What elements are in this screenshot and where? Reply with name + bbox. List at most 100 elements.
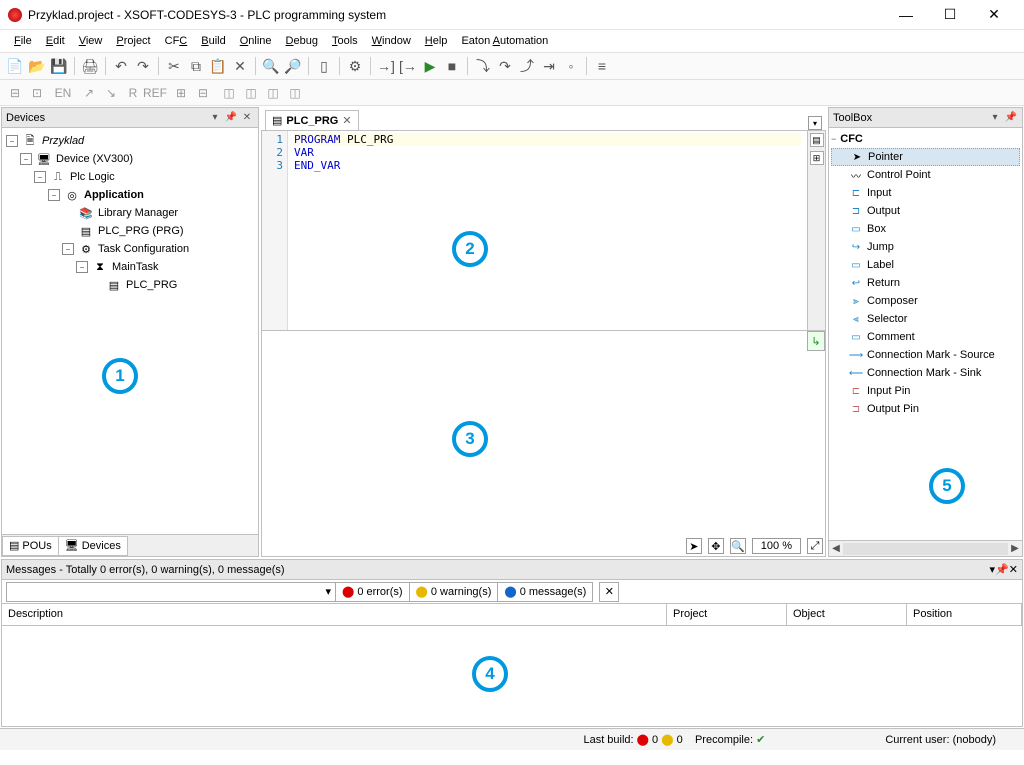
tab-dropdown-icon[interactable]: ▾ bbox=[808, 116, 822, 130]
tree-library[interactable]: Library Manager bbox=[96, 207, 180, 219]
clear-messages-button[interactable]: ✕ bbox=[599, 582, 619, 602]
zoom-icon[interactable]: 🔍 bbox=[730, 538, 746, 554]
filter-errors-button[interactable]: ⬤0 error(s) bbox=[335, 582, 410, 602]
menu-view[interactable]: View bbox=[73, 33, 109, 49]
stepinto-icon[interactable]: ⇥ bbox=[540, 57, 558, 75]
tree-maintask[interactable]: MainTask bbox=[110, 261, 160, 273]
tb2-7-icon[interactable]: REF bbox=[146, 84, 164, 102]
expander-icon[interactable]: − bbox=[62, 243, 74, 255]
panel-menu-icon[interactable]: ▾ bbox=[208, 111, 222, 125]
stop-icon[interactable]: ■ bbox=[443, 57, 461, 75]
step-icon[interactable]: ⤵ bbox=[474, 57, 492, 75]
zoomfit-icon[interactable]: ⤢ bbox=[807, 538, 823, 554]
toolbox-item-jump[interactable]: ↪Jump bbox=[831, 238, 1020, 256]
expander-icon[interactable]: − bbox=[48, 189, 60, 201]
devices-tree[interactable]: −🗎Przyklad −🖥Device (XV300) −⎍Plc Logic … bbox=[2, 128, 258, 534]
break-icon[interactable]: ◦ bbox=[562, 57, 580, 75]
paste-icon[interactable]: 📋 bbox=[209, 57, 227, 75]
stepover-icon[interactable]: ↷ bbox=[496, 57, 514, 75]
menu-debug[interactable]: Debug bbox=[280, 33, 324, 49]
tb2-6-icon[interactable]: R bbox=[124, 84, 142, 102]
login-icon[interactable]: →] bbox=[377, 57, 395, 75]
delete-icon[interactable]: ✕ bbox=[231, 57, 249, 75]
textview-icon[interactable]: ▤ bbox=[810, 133, 824, 147]
print-icon[interactable]: 🖨 bbox=[81, 57, 99, 75]
save-icon[interactable]: 💾 bbox=[50, 57, 68, 75]
toolbox-item-comment[interactable]: ▭Comment bbox=[831, 328, 1020, 346]
menu-window[interactable]: Window bbox=[366, 33, 417, 49]
logout-icon[interactable]: [→ bbox=[399, 57, 417, 75]
bookmark-icon[interactable]: ▯ bbox=[315, 57, 333, 75]
start-icon[interactable]: ▶ bbox=[421, 57, 439, 75]
panel-menu-icon[interactable]: ▾ bbox=[988, 111, 1002, 125]
tree-device[interactable]: Device (XV300) bbox=[54, 153, 135, 165]
tb2-5-icon[interactable]: ↘ bbox=[102, 84, 120, 102]
pointer-icon[interactable]: ➤ bbox=[686, 538, 702, 554]
tb2-3-icon[interactable]: EN bbox=[54, 84, 72, 102]
code-text[interactable]: PROGRAM PLC_PRG VAR END_VAR bbox=[288, 131, 807, 330]
tree-plcprg[interactable]: PLC_PRG (PRG) bbox=[96, 225, 186, 237]
toolbox-item-controlpoint[interactable]: 〰Control Point bbox=[831, 166, 1020, 184]
expander-icon[interactable]: − bbox=[76, 261, 88, 273]
menu-tools[interactable]: Tools bbox=[326, 33, 364, 49]
design-toggle-icon[interactable]: ↳ bbox=[807, 331, 825, 351]
expander-icon[interactable]: − bbox=[20, 153, 32, 165]
redo-icon[interactable]: ↷ bbox=[134, 57, 152, 75]
toolbox-item-output[interactable]: ⊐Output bbox=[831, 202, 1020, 220]
tb2-1-icon[interactable]: ⊟ bbox=[6, 84, 24, 102]
implementation-editor[interactable]: ↳ 3 ➤ ✥ 🔍 100 % ⤢ bbox=[261, 331, 826, 557]
cut-icon[interactable]: ✂ bbox=[165, 57, 183, 75]
messages-category-combo[interactable]: ▾ bbox=[6, 582, 336, 602]
tableview-icon[interactable]: ⊞ bbox=[810, 151, 824, 165]
col-position[interactable]: Position bbox=[907, 604, 1022, 625]
minimize-button[interactable]: — bbox=[884, 1, 928, 29]
pan-icon[interactable]: ✥ bbox=[708, 538, 724, 554]
open-icon[interactable]: 📂 bbox=[28, 57, 46, 75]
pin-icon[interactable]: 📌 bbox=[1004, 111, 1018, 125]
menu-file[interactable]: File bbox=[8, 33, 38, 49]
pin-icon[interactable]: 📌 bbox=[995, 563, 1009, 576]
col-project[interactable]: Project bbox=[667, 604, 787, 625]
tb2-12-icon[interactable]: ◫ bbox=[264, 84, 282, 102]
toolbox-scrollbar[interactable]: ◀▶ bbox=[829, 540, 1022, 556]
tb2-13-icon[interactable]: ◫ bbox=[286, 84, 304, 102]
menu-edit[interactable]: Edit bbox=[40, 33, 71, 49]
menu-help[interactable]: Help bbox=[419, 33, 454, 49]
col-object[interactable]: Object bbox=[787, 604, 907, 625]
filter-warnings-button[interactable]: ⬤0 warning(s) bbox=[409, 582, 499, 602]
maximize-button[interactable]: ☐ bbox=[928, 1, 972, 29]
menu-project[interactable]: Project bbox=[110, 33, 156, 49]
tb2-10-icon[interactable]: ◫ bbox=[220, 84, 238, 102]
undo-icon[interactable]: ↶ bbox=[112, 57, 130, 75]
build-icon[interactable]: ⚙ bbox=[346, 57, 364, 75]
new-icon[interactable]: 📄 bbox=[6, 57, 24, 75]
menu-eaton[interactable]: Eaton Automation bbox=[455, 33, 554, 49]
menu-online[interactable]: Online bbox=[234, 33, 278, 49]
toolbox-item-label[interactable]: ▭Label bbox=[831, 256, 1020, 274]
tab-devices[interactable]: 🖥Devices bbox=[58, 536, 128, 556]
tree-application[interactable]: Application bbox=[82, 189, 146, 201]
close-button[interactable]: ✕ bbox=[972, 1, 1016, 29]
panel-close-icon[interactable]: ✕ bbox=[240, 111, 254, 125]
toolbox-item-box[interactable]: ▭Box bbox=[831, 220, 1020, 238]
tb2-4-icon[interactable]: ↗ bbox=[80, 84, 98, 102]
stepout-icon[interactable]: ⤴ bbox=[518, 57, 536, 75]
copy-icon[interactable]: ⧉ bbox=[187, 57, 205, 75]
tab-pous[interactable]: ▤POUs bbox=[2, 536, 59, 556]
tb2-8-icon[interactable]: ⊞ bbox=[172, 84, 190, 102]
messages-body[interactable]: 4 bbox=[2, 626, 1022, 726]
filter-messages-button[interactable]: ⬤0 message(s) bbox=[497, 582, 593, 602]
toolbox-item-selector[interactable]: ⫷Selector bbox=[831, 310, 1020, 328]
declaration-editor[interactable]: 123 PROGRAM PLC_PRG VAR END_VAR ▤ ⊞ 2 bbox=[261, 131, 826, 331]
tb2-9-icon[interactable]: ⊟ bbox=[194, 84, 212, 102]
toolbox-item-return[interactable]: ↩Return bbox=[831, 274, 1020, 292]
toolbox-category-cfc[interactable]: −CFC bbox=[831, 130, 1020, 148]
col-description[interactable]: Description bbox=[2, 604, 667, 625]
tree-plcprg2[interactable]: PLC_PRG bbox=[124, 279, 179, 291]
tb2-2-icon[interactable]: ⊡ bbox=[28, 84, 46, 102]
toolbox-item-outputpin[interactable]: ⊐Output Pin bbox=[831, 400, 1020, 418]
toolbox-item-cms[interactable]: ⟶Connection Mark - Source bbox=[831, 346, 1020, 364]
zoom-level[interactable]: 100 % bbox=[752, 538, 801, 554]
tree-root[interactable]: Przyklad bbox=[40, 135, 86, 147]
findnext-icon[interactable]: 🔎 bbox=[284, 57, 302, 75]
